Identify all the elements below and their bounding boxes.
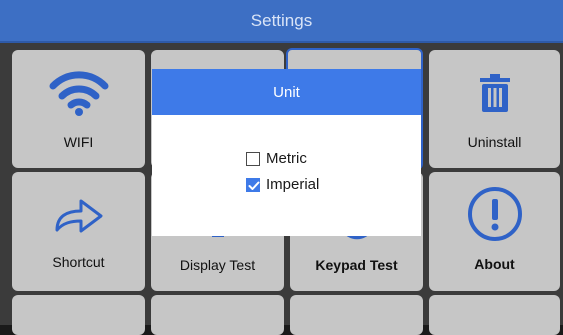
tile-row3-1[interactable]: [12, 295, 145, 335]
title-bar: Settings: [0, 0, 563, 43]
tile-row3-4[interactable]: [429, 295, 560, 335]
tile-row3-2[interactable]: [151, 295, 284, 335]
wifi-icon: [49, 71, 108, 116]
tile-wifi[interactable]: WIFI: [12, 50, 145, 168]
tile-label: Uninstall: [467, 134, 522, 150]
tile-label: WIFI: [63, 134, 94, 150]
option-metric[interactable]: Metric: [246, 150, 307, 167]
info-exclamation-icon: [467, 187, 522, 241]
option-label: Imperial: [266, 176, 320, 193]
tile-label: About: [474, 256, 515, 272]
imperial-checkbox[interactable]: [246, 177, 260, 192]
tile-shortcut[interactable]: Shortcut: [12, 172, 145, 291]
dialog-header: Unit: [152, 69, 421, 115]
checkmark-icon: [248, 181, 260, 190]
unit-dialog: Unit Metric Imperial: [152, 69, 421, 236]
tile-about[interactable]: About: [429, 172, 560, 291]
arrow-right-icon: [55, 199, 102, 233]
tile-label: Keypad Test: [315, 257, 398, 273]
tile-row3-3[interactable]: [290, 295, 423, 335]
page-title: Settings: [250, 10, 313, 30]
dialog-title: Unit: [273, 83, 300, 101]
metric-checkbox[interactable]: [246, 151, 260, 166]
tile-uninstall[interactable]: Uninstall: [429, 50, 560, 168]
tile-label: Display Test: [179, 257, 256, 273]
tile-label: Shortcut: [52, 254, 105, 270]
option-label: Metric: [266, 150, 307, 167]
trash-icon: [479, 74, 510, 112]
option-imperial[interactable]: Imperial: [246, 176, 319, 193]
